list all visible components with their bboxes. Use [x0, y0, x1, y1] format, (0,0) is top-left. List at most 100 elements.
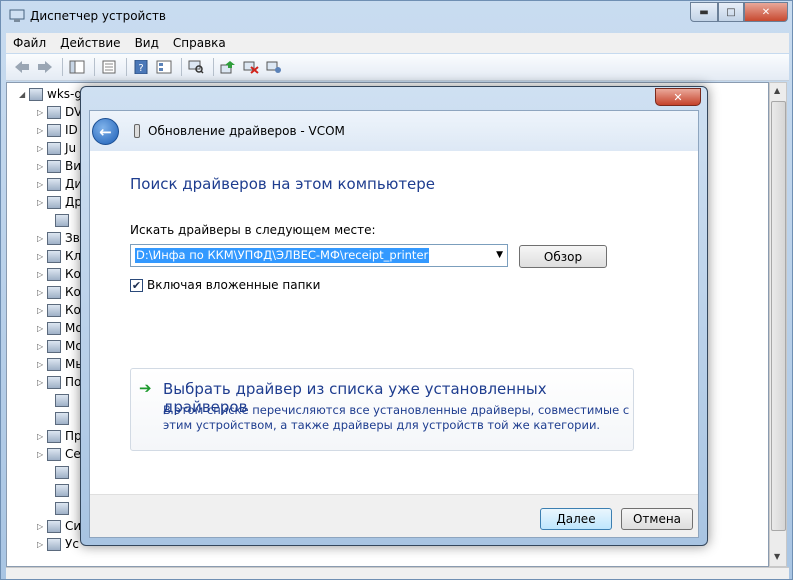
menu-help[interactable]: Справка [166, 36, 233, 50]
menu-action[interactable]: Действие [53, 36, 127, 50]
tree-item[interactable]: ▷ Ju [37, 139, 76, 157]
tree-item-label: Ви [65, 159, 82, 173]
tree-item-label: Се [65, 447, 81, 461]
expand-arrow-icon[interactable]: ▷ [37, 342, 47, 351]
maximize-button[interactable]: □ [718, 2, 744, 22]
minimize-button[interactable]: ▬ [690, 2, 718, 22]
toolbar-separator [181, 58, 182, 76]
close-button[interactable]: ✕ [744, 2, 788, 22]
dialog-close-button[interactable]: ✕ [655, 88, 701, 106]
tree-item[interactable]: ▷ Кл [37, 247, 81, 265]
tree-item[interactable]: ▷ Зв [37, 229, 80, 247]
properties-icon[interactable] [99, 57, 119, 77]
expand-arrow-icon[interactable]: ▷ [37, 108, 47, 117]
dialog-header: ← Обновление драйверов - VCOM [90, 111, 698, 151]
tree-item[interactable]: ▷ Се [37, 445, 81, 463]
tree-item[interactable] [55, 211, 73, 229]
uninstall-device-icon[interactable] [264, 57, 284, 77]
tree-item[interactable] [55, 481, 73, 499]
device-category-icon [55, 483, 69, 497]
menu-bar: Файл Действие Вид Справка [6, 33, 789, 53]
scroll-up-icon[interactable]: ▲ [774, 86, 780, 95]
expand-arrow-icon[interactable]: ▷ [37, 306, 47, 315]
expand-arrow-icon[interactable]: ▷ [37, 162, 47, 171]
tree-item[interactable]: ▷ Ко [37, 283, 81, 301]
tree-item[interactable]: ▷ Ви [37, 157, 81, 175]
device-category-icon [47, 231, 61, 245]
main-titlebar[interactable]: Диспетчер устройств ▬ □ ✕ [1, 1, 793, 32]
tree-item[interactable]: ▷ Мо [37, 319, 83, 337]
expand-arrow-icon[interactable]: ▷ [37, 288, 47, 297]
expand-arrow-icon[interactable]: ▷ [37, 522, 47, 531]
tree-item[interactable]: ▷ DV [37, 103, 82, 121]
expand-arrow-icon[interactable]: ▷ [37, 540, 47, 549]
device-category-icon [47, 285, 61, 299]
tree-item[interactable]: ▷ Ко [37, 301, 81, 319]
browse-button[interactable]: Обзор [519, 245, 607, 268]
menu-file[interactable]: Файл [6, 36, 53, 50]
tree-item[interactable] [55, 499, 73, 517]
device-category-icon [47, 159, 61, 173]
tree-root[interactable]: ◢ wks-g [19, 85, 82, 103]
tree-item-label: ID [65, 123, 78, 137]
include-subfolders-checkbox[interactable]: ✔ [130, 278, 143, 292]
device-category-icon [47, 249, 61, 263]
tree-item[interactable]: ▷ Си [37, 517, 81, 535]
device-category-icon [47, 177, 61, 191]
help-icon[interactable]: ? [131, 57, 151, 77]
scan-hardware-icon[interactable] [186, 57, 206, 77]
details-icon[interactable] [154, 57, 174, 77]
tree-item-label: Ус [65, 537, 79, 551]
vertical-scrollbar[interactable]: ▲ ▼ [769, 82, 787, 567]
include-subfolders-option[interactable]: ✔ Включая вложенные папки [130, 278, 320, 292]
console-tree-icon[interactable] [67, 57, 87, 77]
tree-item-label: Зв [65, 231, 80, 245]
device-category-icon [47, 339, 61, 353]
expand-arrow-icon[interactable]: ▷ [37, 144, 47, 153]
back-icon[interactable] [12, 57, 32, 77]
expand-arrow-icon[interactable]: ▷ [37, 126, 47, 135]
include-subfolders-label: Включая вложенные папки [147, 278, 321, 292]
expand-arrow-icon[interactable]: ▷ [37, 360, 47, 369]
menu-view[interactable]: Вид [128, 36, 166, 50]
tree-item[interactable] [55, 463, 73, 481]
next-button[interactable]: Далее [540, 508, 612, 530]
expand-arrow-icon[interactable]: ▷ [37, 180, 47, 189]
scroll-thumb[interactable] [771, 101, 786, 531]
expand-arrow-icon[interactable]: ▷ [37, 432, 47, 441]
toolbar-separator [213, 58, 214, 76]
back-button[interactable]: ← [92, 118, 119, 145]
disable-device-icon[interactable] [241, 57, 261, 77]
expand-arrow-icon[interactable]: ▷ [37, 252, 47, 261]
dropdown-arrow-icon[interactable]: ▼ [496, 250, 503, 260]
tree-item[interactable]: ▷ По [37, 373, 81, 391]
expand-arrow-icon[interactable]: ▷ [37, 234, 47, 243]
path-input-value[interactable]: D:\Инфа по ККМ\УПФД\ЭЛВЕС-МФ\receipt_pri… [135, 248, 430, 263]
path-combobox[interactable]: D:\Инфа по ККМ\УПФД\ЭЛВЕС-МФ\receipt_pri… [130, 244, 508, 267]
tree-item[interactable]: ▷ Пр [37, 427, 82, 445]
tree-item[interactable]: ▷ Ко [37, 265, 81, 283]
tree-item[interactable] [55, 409, 73, 427]
expand-arrow-icon[interactable]: ▷ [37, 270, 47, 279]
update-driver-icon[interactable] [218, 57, 238, 77]
forward-icon[interactable] [35, 57, 55, 77]
tree-item[interactable]: ▷ Ди [37, 175, 82, 193]
tree-item[interactable]: ▷ Мы [37, 355, 85, 373]
device-category-icon [47, 141, 61, 155]
scroll-down-icon[interactable]: ▼ [774, 552, 780, 561]
expand-arrow-icon[interactable]: ▷ [37, 378, 47, 387]
collapse-arrow-icon[interactable]: ◢ [19, 90, 29, 99]
tree-item[interactable]: ▷ Мо [37, 337, 83, 355]
cancel-button[interactable]: Отмена [621, 508, 693, 530]
expand-arrow-icon[interactable]: ▷ [37, 450, 47, 459]
tree-item[interactable] [55, 391, 73, 409]
tree-root-label: wks-g [47, 87, 82, 101]
tree-item-label: По [65, 375, 82, 389]
choose-from-list-option[interactable]: ➔ Выбрать драйвер из списка уже установл… [130, 368, 634, 451]
expand-arrow-icon[interactable]: ▷ [37, 198, 47, 207]
tree-item[interactable]: ▷ ID [37, 121, 78, 139]
expand-arrow-icon[interactable]: ▷ [37, 324, 47, 333]
device-category-icon [47, 123, 61, 137]
tree-item[interactable]: ▷ Ус [37, 535, 79, 553]
tree-item[interactable]: ▷ Др [37, 193, 82, 211]
